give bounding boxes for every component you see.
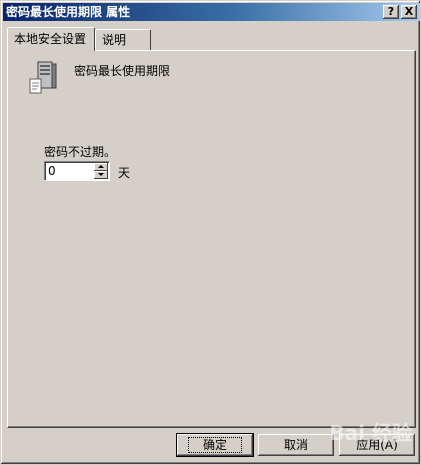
title-bar: 密码最长使用期限 属性 ? X: [3, 3, 420, 21]
policy-name: 密码最长使用期限: [74, 64, 171, 78]
properties-dialog: 密码最长使用期限 属性 ? X 本地安全设置 说明 密码最长使用期限 密码不过期…: [0, 0, 421, 465]
unit-label: 天: [118, 166, 131, 180]
spin-down-icon[interactable]: [94, 171, 108, 179]
server-policy-icon: [29, 61, 57, 94]
setting-label: 密码不过期。: [44, 145, 117, 159]
days-input[interactable]: [48, 163, 92, 179]
cancel-button[interactable]: 取消: [258, 434, 334, 456]
close-button[interactable]: X: [401, 5, 417, 19]
ok-button-label: 确定: [187, 436, 242, 453]
apply-button[interactable]: 应用(A): [339, 434, 415, 456]
tab-local-security-setting[interactable]: 本地安全设置: [7, 27, 95, 51]
help-button[interactable]: ?: [383, 5, 399, 19]
spin-up-icon[interactable]: [94, 163, 108, 171]
tab-panel: 密码最长使用期限 密码不过期。 天: [7, 50, 416, 428]
tab-explain[interactable]: 说明: [95, 29, 151, 50]
days-spinner: [44, 161, 110, 181]
ok-button[interactable]: 确定: [176, 433, 254, 457]
window-title: 密码最长使用期限 属性: [6, 5, 131, 19]
